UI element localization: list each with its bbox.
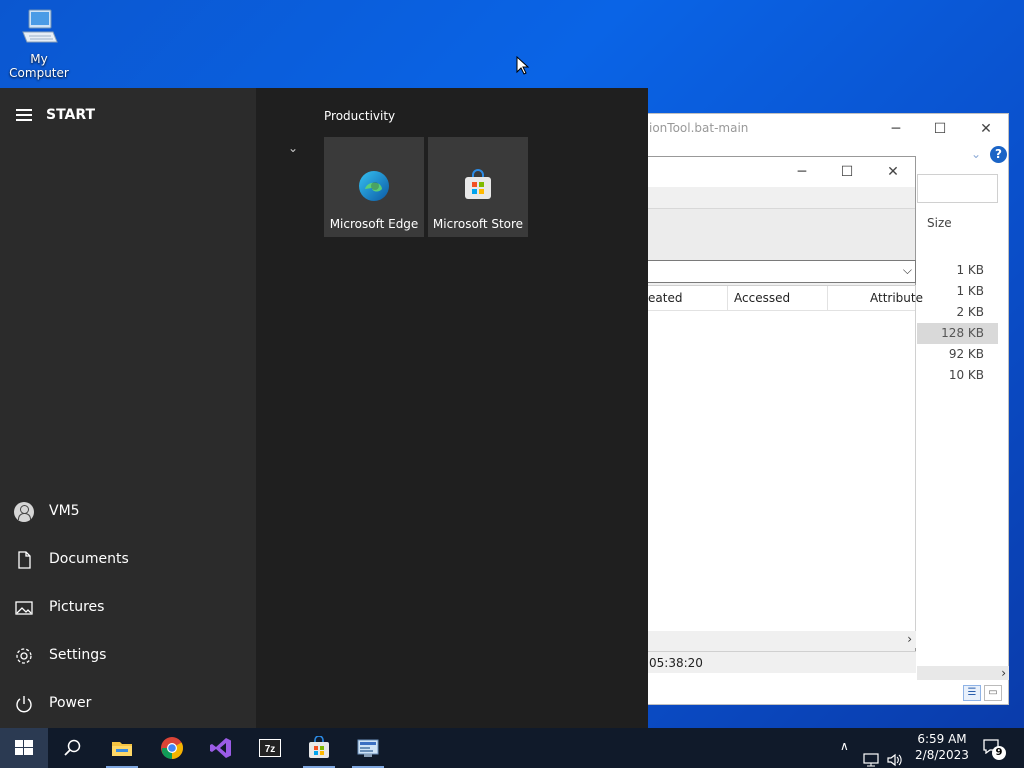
tile-group-title[interactable]: Productivity [324,109,395,123]
start-item-documents[interactable]: Documents [0,536,256,584]
taskbar-microsoft-store[interactable] [295,728,343,768]
view-switcher: ☰ ▭ [963,684,1007,704]
window-title: ionTool.bat-main [649,121,749,135]
dialog-title-bar[interactable]: ─ ☐ ✕ [641,157,915,187]
start-header[interactable]: START [16,106,95,124]
network-app-icon [357,739,379,757]
start-item-label: Pictures [49,599,105,615]
scroll-right-icon[interactable]: › [907,632,912,646]
column-header-created[interactable]: eated [648,291,682,305]
system-clock[interactable]: 6:59 AM 2/8/2023 [912,731,972,763]
taskbar-chrome[interactable] [148,728,196,768]
minimize-button[interactable]: ─ [881,118,911,140]
edge-icon [359,171,389,201]
horizontal-scrollbar[interactable]: › [917,666,1009,680]
tile-label: Microsoft Store [432,217,524,231]
start-item-label: Power [49,695,92,711]
path-combobox[interactable]: ⌵ [641,260,916,283]
power-icon [16,696,32,713]
microsoft-store-icon [309,736,329,758]
mouse-cursor-icon [516,56,530,75]
volume-icon[interactable] [886,740,904,768]
taskbar-search-button[interactable] [48,728,96,768]
clock-date: 2/8/2023 [915,748,969,762]
size-cell[interactable]: 92 KB [917,344,998,365]
size-cell[interactable]: 1 KB [917,260,998,281]
search-input[interactable] [917,174,998,203]
taskbar-7zip[interactable]: 7z [246,728,294,768]
close-button[interactable]: ✕ [971,118,1001,140]
maximize-button[interactable]: ☐ [832,161,862,183]
file-explorer-icon [112,742,132,756]
start-header-label: START [46,107,96,123]
action-center-button[interactable]: 9 [982,738,1006,760]
taskbar-network-app[interactable] [344,728,392,768]
user-name: VM5 [49,503,80,519]
maximize-button[interactable]: ☐ [925,118,955,140]
column-divider[interactable] [727,286,728,311]
file-list[interactable]: eated Accessed Attribute [641,285,923,633]
status-bar: 05:38:20 [641,651,916,673]
ribbon-expand-icon[interactable]: ⌄ [971,147,981,161]
gear-icon [16,648,32,664]
chrome-icon [161,737,183,759]
svg-text:7z: 7z [265,744,276,755]
size-cell[interactable]: 2 KB [917,302,998,323]
size-column: 1 KB 1 KB 2 KB 128 KB 92 KB 10 KB [917,260,998,386]
dialog-toolbar [641,208,915,262]
show-hidden-icons-icon[interactable]: ∧ [840,739,849,768]
details-view-icon[interactable]: ☰ [963,685,981,701]
desktop-icon-label: My Computer [9,52,69,80]
network-icon[interactable] [862,740,880,768]
help-icon[interactable]: ? [990,146,1007,163]
start-item-power[interactable]: Power [0,680,256,728]
taskbar-file-explorer[interactable] [98,728,146,768]
size-cell[interactable]: 10 KB [917,365,998,386]
clock-time: 6:59 AM [917,732,967,746]
column-header-attribute[interactable]: Attribute [870,291,923,305]
tile-microsoft-edge[interactable]: Microsoft Edge [324,137,424,237]
start-item-label: Settings [49,647,107,663]
document-icon [18,551,31,569]
desktop-icon-my-computer[interactable]: My Computer [0,6,78,80]
size-cell[interactable]: 1 KB [917,281,998,302]
notification-badge: 9 [992,746,1006,760]
taskbar-visual-studio[interactable] [197,728,245,768]
pictures-icon [15,601,33,615]
column-header-accessed[interactable]: Accessed [734,291,790,305]
start-item-settings[interactable]: Settings [0,632,256,680]
chevron-down-icon[interactable]: ⌵ [903,263,912,278]
user-avatar-icon [14,502,34,522]
start-menu: START VM5 Documents Pictures Settings Po… [0,88,648,728]
scroll-right-icon[interactable]: › [1001,666,1006,680]
start-menu-sidebar: START VM5 Documents Pictures Settings Po… [0,88,256,728]
store-icon [465,169,491,199]
taskbar: 7z ∧ 6:59 AM 2/8/2023 9 [0,728,1024,768]
start-button[interactable] [0,728,48,768]
large-icons-view-icon[interactable]: ▭ [984,685,1002,701]
tile-microsoft-store[interactable]: Microsoft Store [428,137,528,237]
tile-label: Microsoft Edge [329,217,419,231]
7zip-icon: 7z [259,739,281,757]
start-item-label: Documents [49,551,129,567]
start-item-pictures[interactable]: Pictures [0,584,256,632]
column-header-size[interactable]: Size [927,216,952,230]
size-cell-selected[interactable]: 128 KB [917,323,998,344]
column-headers: eated Accessed Attribute [642,286,923,311]
title-bar[interactable]: ionTool.bat-main ─ ☐ ✕ [641,114,1008,144]
file-dialog-window[interactable]: ─ ☐ ✕ ⌵ eated Accessed Attribute › 05:38… [640,156,923,673]
computer-icon [19,6,59,50]
close-button[interactable]: ✕ [878,161,908,183]
search-icon [64,739,81,756]
visual-studio-icon [210,738,231,758]
collapse-group-icon[interactable]: ⌄ [288,141,298,155]
hamburger-menu-icon[interactable] [16,106,32,124]
column-divider[interactable] [827,286,828,311]
windows-start-icon [15,740,33,755]
horizontal-scrollbar[interactable]: › [641,631,916,648]
minimize-button[interactable]: ─ [787,161,817,183]
user-account-item[interactable]: VM5 [0,488,256,536]
